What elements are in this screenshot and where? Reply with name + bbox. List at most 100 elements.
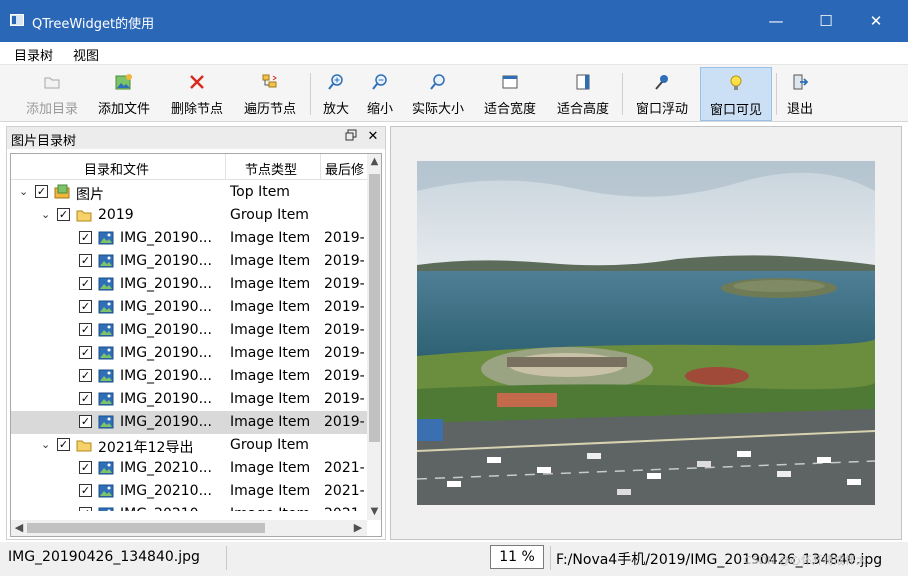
- vertical-scroll-thumb[interactable]: [369, 174, 380, 442]
- scroll-right-arrow-icon[interactable]: ▶: [351, 520, 365, 536]
- row-checkbox[interactable]: ✓: [57, 208, 70, 221]
- row-checkbox[interactable]: ✓: [79, 484, 92, 497]
- image-viewer[interactable]: [390, 126, 902, 540]
- float-window-button[interactable]: 窗口浮动: [628, 67, 696, 121]
- tree-row[interactable]: ✓ IMG_20210... Image Item 2021-: [11, 503, 367, 511]
- row-name: IMG_20210...: [120, 506, 212, 511]
- delete-node-button[interactable]: 删除节点: [162, 67, 232, 121]
- tree-row[interactable]: ✓ IMG_20190... Image Item 2019-: [11, 411, 367, 434]
- row-checkbox[interactable]: ✓: [79, 346, 92, 359]
- row-checkbox[interactable]: ✓: [57, 438, 70, 451]
- horizontal-scroll-thumb[interactable]: [27, 523, 265, 533]
- expand-arrow-icon[interactable]: ⌄: [41, 438, 53, 451]
- light-bulb-icon: [730, 75, 742, 90]
- row-last-modified: 2021-: [324, 483, 365, 499]
- row-checkbox[interactable]: ✓: [79, 323, 92, 336]
- tree-header: 目录和文件 节点类型 最后修: [11, 154, 367, 180]
- header-last-modified[interactable]: 最后修: [325, 159, 365, 178]
- menu-directory-tree[interactable]: 目录树: [14, 45, 53, 64]
- row-checkbox[interactable]: ✓: [35, 185, 48, 198]
- exit-button[interactable]: 退出: [780, 67, 820, 121]
- toolbar-separator: [310, 73, 311, 115]
- scroll-left-arrow-icon[interactable]: ◀: [12, 520, 26, 536]
- tree-row[interactable]: ⌄ ✓ 2019 Group Item: [11, 204, 367, 227]
- tree-row[interactable]: ✓ IMG_20210... Image Item 2021-: [11, 480, 367, 503]
- fit-height-button[interactable]: 适合高度: [548, 67, 618, 121]
- row-checkbox[interactable]: ✓: [79, 231, 92, 244]
- add-directory-button[interactable]: 添加目录: [18, 67, 86, 121]
- dock-title-bar[interactable]: 图片目录树 ✕: [7, 127, 385, 149]
- row-name: IMG_20190...: [120, 345, 212, 361]
- row-name: IMG_20210...: [120, 460, 212, 476]
- image-icon: [98, 460, 114, 476]
- row-checkbox[interactable]: ✓: [79, 415, 92, 428]
- row-name: 2019: [98, 207, 134, 223]
- fit-width-icon: [502, 75, 518, 89]
- exit-icon: [793, 74, 809, 90]
- header-node-type[interactable]: 节点类型: [245, 159, 297, 178]
- tree-row[interactable]: ✓ IMG_20190... Image Item 2019-: [11, 342, 367, 365]
- row-checkbox[interactable]: ✓: [79, 369, 92, 382]
- expand-arrow-icon[interactable]: ⌄: [19, 185, 31, 198]
- zoom-out-button[interactable]: 缩小: [360, 67, 400, 121]
- image-icon: [98, 391, 114, 407]
- expand-arrow-icon[interactable]: ⌄: [41, 208, 53, 221]
- tree-row[interactable]: ✓ IMG_20190... Image Item 2019-: [11, 227, 367, 250]
- tree-row[interactable]: ⌄ ✓ 图片 Top Item: [11, 181, 367, 204]
- row-node-type: Image Item: [230, 299, 311, 315]
- header-divider: [225, 154, 226, 180]
- zoom-out-icon: [372, 74, 387, 90]
- horizontal-scrollbar[interactable]: ◀ ▶: [11, 520, 367, 536]
- toolbar-separator: [776, 73, 777, 115]
- scroll-down-arrow-icon[interactable]: ▼: [367, 506, 381, 517]
- add-file-button[interactable]: 添加文件: [90, 67, 158, 121]
- image-icon: [98, 483, 114, 499]
- row-name: IMG_20190...: [120, 322, 212, 338]
- magnifier-icon: [430, 74, 445, 90]
- row-node-type: Image Item: [230, 506, 310, 511]
- scroll-up-arrow-icon[interactable]: ▲: [367, 156, 381, 167]
- tree-row[interactable]: ✓ IMG_20190... Image Item 2019-: [11, 273, 367, 296]
- title-bar: QTreeWidget的使用 — ☐ ✕: [0, 0, 908, 42]
- tree-row[interactable]: ⌄ ✓ 2021年12导出 Group Item: [11, 434, 367, 457]
- tree-row[interactable]: ✓ IMG_20190... Image Item 2019-: [11, 250, 367, 273]
- tree-row[interactable]: ✓ IMG_20190... Image Item 2019-: [11, 319, 367, 342]
- row-checkbox[interactable]: ✓: [79, 300, 92, 313]
- traverse-nodes-button[interactable]: 遍历节点: [236, 67, 304, 121]
- image-icon: [98, 230, 114, 246]
- row-last-modified: 2019-: [324, 276, 365, 292]
- row-checkbox[interactable]: ✓: [79, 461, 92, 474]
- image-icon: [98, 506, 114, 511]
- minimize-button[interactable]: —: [756, 8, 796, 34]
- tree-row[interactable]: ✓ IMG_20190... Image Item 2019-: [11, 388, 367, 411]
- vertical-scrollbar[interactable]: ▲ ▼: [367, 154, 381, 520]
- fit-width-button[interactable]: 适合宽度: [476, 67, 544, 121]
- tree-row[interactable]: ✓ IMG_20210... Image Item 2021-: [11, 457, 367, 480]
- float-icon[interactable]: [343, 129, 359, 145]
- row-checkbox[interactable]: ✓: [79, 507, 92, 511]
- header-directory-and-file[interactable]: 目录和文件: [84, 159, 149, 178]
- menu-view[interactable]: 视图: [73, 45, 99, 64]
- status-separator: [226, 546, 227, 570]
- folder-icon: [76, 437, 92, 453]
- tree-row[interactable]: ✓ IMG_20190... Image Item 2019-: [11, 365, 367, 388]
- tree-widget[interactable]: 目录和文件 节点类型 最后修 ⌄ ✓ 图片 Top Item ⌄ ✓ 2019 Group I…: [10, 153, 382, 537]
- close-icon[interactable]: ✕: [365, 129, 381, 145]
- row-name: IMG_20190...: [120, 299, 212, 315]
- toolbar: 添加目录 添加文件 删除节点 遍历节点 放大 缩小 实际大小 适合宽度 适合高度…: [0, 64, 908, 122]
- window-visible-button[interactable]: 窗口可见: [700, 67, 772, 121]
- row-last-modified: 2019-: [324, 299, 365, 315]
- pin-icon: [655, 75, 668, 90]
- maximize-button[interactable]: ☐: [806, 8, 846, 34]
- row-checkbox[interactable]: ✓: [79, 277, 92, 290]
- zoom-in-button[interactable]: 放大: [316, 67, 356, 121]
- status-current-file: IMG_20190426_134840.jpg: [8, 549, 200, 565]
- row-checkbox[interactable]: ✓: [79, 254, 92, 267]
- tree-row[interactable]: ✓ IMG_20190... Image Item 2019-: [11, 296, 367, 319]
- row-checkbox[interactable]: ✓: [79, 392, 92, 405]
- window-title: QTreeWidget的使用: [32, 17, 155, 32]
- actual-size-button[interactable]: 实际大小: [404, 67, 472, 121]
- close-button[interactable]: ✕: [856, 8, 896, 34]
- row-last-modified: 2019-: [324, 368, 365, 384]
- row-node-type: Image Item: [230, 414, 311, 430]
